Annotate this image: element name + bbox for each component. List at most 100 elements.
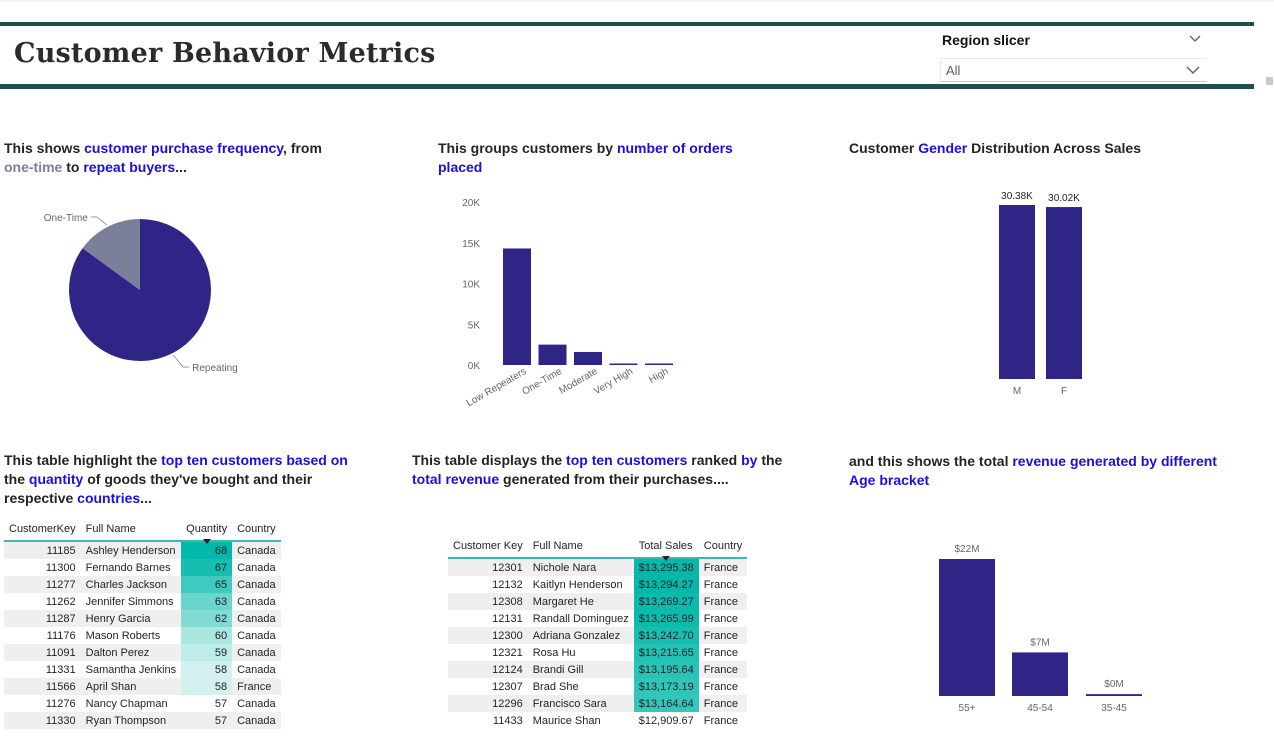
table-row[interactable]: 12131 Randall Dominguez $13,265.99 France (448, 610, 748, 627)
column-header-total-sales[interactable]: Total Sales (634, 535, 699, 561)
table-row[interactable]: 12132 Kaitlyn Henderson $13,294.27 France (448, 576, 748, 593)
customer-key-cell: 11331 (4, 661, 81, 678)
column-header-customerkey[interactable]: CustomerKey (4, 518, 81, 541)
orders-bar-chart[interactable]: 0K5K10K15K20KLow RepeatersOne-TimeModera… (440, 190, 690, 420)
country-cell: France (698, 644, 748, 661)
country-cell: France (698, 712, 748, 729)
full-name-cell: Dalton Perez (80, 644, 182, 661)
table-row[interactable]: 11433 Maurice Shan $12,909.67 France (448, 712, 748, 729)
table-row[interactable]: 11331 Samantha Jenkins 58 Canada (4, 661, 281, 678)
table-row[interactable]: 12308 Margaret He $13,269.27 France (448, 593, 748, 610)
bar[interactable] (939, 559, 995, 696)
full-name-cell: Ashley Henderson (80, 541, 182, 559)
bar[interactable] (609, 363, 638, 366)
country-cell: Canada (232, 593, 281, 610)
table-row[interactable]: 11330 Ryan Thompson 57 Canada (4, 712, 281, 729)
country-cell: France (698, 627, 748, 644)
bar[interactable] (574, 351, 602, 365)
top-quantity-table[interactable]: CustomerKey Full Name Quantity Country 1… (4, 518, 281, 729)
column-header-customer-key[interactable]: Customer Key (448, 535, 528, 558)
quantity-cell: 62 (181, 610, 233, 627)
scrollbar-handle[interactable] (1266, 77, 1273, 85)
bar[interactable] (1046, 207, 1082, 379)
purchase-frequency-pie-chart[interactable]: Repeating One-Time (30, 200, 270, 380)
table-row[interactable]: 11262 Jennifer Simmons 63 Canada (4, 593, 281, 610)
table-row[interactable]: 11176 Mason Roberts 60 Canada (4, 627, 281, 644)
table-row[interactable]: 12300 Adriana Gonzalez $13,242.70 France (448, 627, 748, 644)
table-row[interactable]: 11287 Henry Garcia 62 Canada (4, 610, 281, 627)
age-bar-chart[interactable]: $22M 55+ $7M 45-54 $0M 35-45 (920, 535, 1160, 720)
customer-key-cell: 11277 (4, 576, 81, 593)
full-name-cell: Brandi Gill (527, 661, 634, 678)
column-header-country[interactable]: Country (232, 518, 281, 541)
customer-key-cell: 11185 (4, 541, 81, 559)
quantity-cell: 60 (181, 627, 233, 644)
top-revenue-table[interactable]: Customer Key Full Name Total Sales Count… (448, 535, 748, 729)
total-sales-cell: $13,173.19 (633, 678, 699, 695)
bar[interactable] (503, 248, 531, 365)
customer-key-cell: 12301 (448, 558, 528, 576)
table-row[interactable]: 11276 Nancy Chapman 57 Canada (4, 695, 281, 712)
country-cell: Canada (232, 627, 281, 644)
customer-key-cell: 11566 (4, 678, 81, 695)
bar[interactable] (538, 344, 567, 365)
country-cell: France (698, 576, 748, 593)
full-name-cell: Charles Jackson (80, 576, 182, 593)
table-row[interactable]: 11566 April Shan 58 France (4, 678, 281, 695)
table-row[interactable]: 11300 Fernando Barnes 67 Canada (4, 559, 281, 576)
x-tick-label: Very High (592, 366, 635, 397)
table-row[interactable]: 11185 Ashley Henderson 68 Canada (4, 541, 281, 559)
customer-key-cell: 11276 (4, 695, 81, 712)
orders-description: This groups customers by number of order… (438, 140, 733, 175)
customer-key-cell: 11300 (4, 559, 81, 576)
page-title: Customer Behavior Metrics (14, 38, 436, 69)
data-label: $0M (1104, 679, 1123, 690)
table-row[interactable]: 12321 Rosa Hu $13,215.65 France (448, 644, 748, 661)
table-row[interactable]: 12296 Francisco Sara $13,164.64 France (448, 695, 748, 712)
customer-key-cell: 12124 (448, 661, 528, 678)
y-tick-label: 10K (462, 280, 480, 291)
table-row[interactable]: 12301 Nichole Nara $13,295.38 France (448, 558, 748, 576)
column-header-full-name[interactable]: Full Name (528, 535, 634, 558)
slicer-dropdown[interactable]: All (940, 58, 1207, 82)
sort-descending-icon (662, 556, 671, 561)
y-tick-label: 5K (468, 320, 481, 331)
x-tick-label: M (1013, 386, 1021, 397)
chevron-down-icon[interactable] (1188, 32, 1202, 46)
country-cell: France (698, 610, 748, 627)
customer-key-cell: 11176 (4, 627, 81, 644)
full-name-cell: Randall Dominguez (527, 610, 634, 627)
total-sales-cell: $13,195.64 (633, 661, 699, 678)
y-tick-label: 0K (468, 361, 481, 372)
table-row[interactable]: 12124 Brandi Gill $13,195.64 France (448, 661, 748, 678)
pie-leader-line (172, 354, 190, 368)
full-name-cell: Nichole Nara (527, 558, 634, 576)
quantity-cell: 63 (181, 593, 233, 610)
customer-key-cell: 11433 (448, 712, 528, 729)
bar[interactable] (1012, 652, 1068, 696)
bar[interactable] (645, 363, 673, 366)
revenue-table-description: This table displays the top ten customer… (412, 452, 783, 487)
pie-label: One-Time (44, 213, 89, 224)
region-slicer[interactable]: Region slicer All (940, 28, 1208, 82)
column-header-full-name[interactable]: Full Name (81, 518, 182, 541)
quantity-cell: 58 (181, 678, 233, 695)
full-name-cell: Henry Garcia (80, 610, 182, 627)
full-name-cell: Adriana Gonzalez (527, 627, 634, 644)
pie-leader-line (90, 216, 108, 226)
column-header-country[interactable]: Country (699, 535, 748, 558)
table-row[interactable]: 11091 Dalton Perez 59 Canada (4, 644, 281, 661)
full-name-cell: April Shan (80, 678, 182, 695)
bar[interactable] (1086, 694, 1142, 696)
bar[interactable] (999, 205, 1035, 379)
column-header-quantity[interactable]: Quantity (181, 518, 232, 544)
country-cell: France (232, 678, 281, 695)
total-sales-cell: $13,265.99 (633, 610, 699, 627)
gender-bar-chart[interactable]: 30.38K M 30.02K F (980, 180, 1100, 400)
total-sales-cell: $13,294.27 (633, 576, 699, 593)
full-name-cell: Brad She (527, 678, 634, 695)
x-tick-label: 35-45 (1101, 703, 1127, 714)
table-row[interactable]: 11277 Charles Jackson 65 Canada (4, 576, 281, 593)
chevron-down-icon (1186, 66, 1200, 74)
table-row[interactable]: 12307 Brad She $13,173.19 France (448, 678, 748, 695)
